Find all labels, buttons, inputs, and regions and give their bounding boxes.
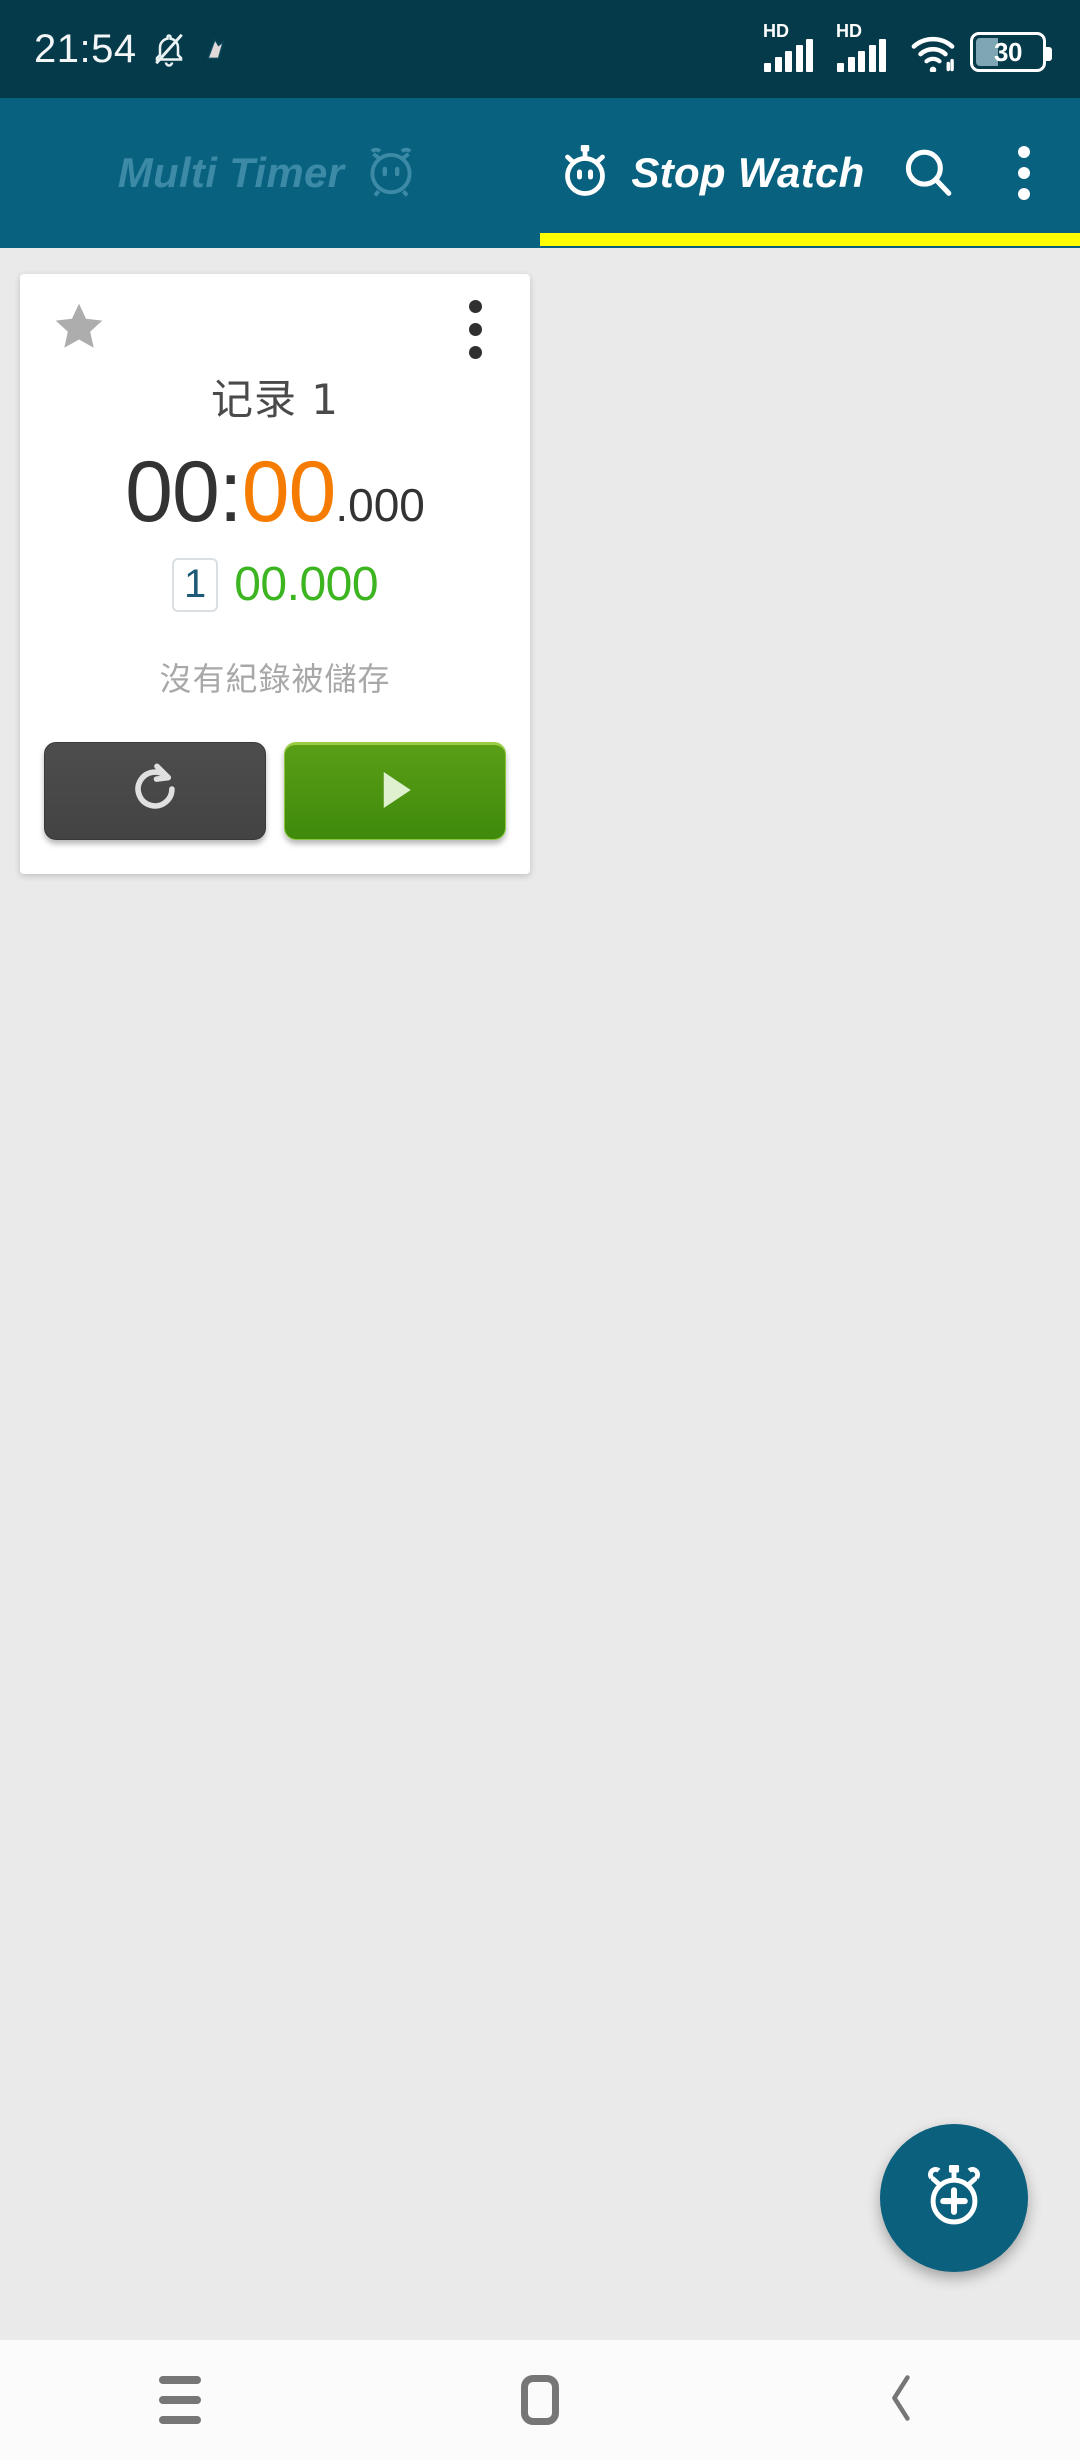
star-icon[interactable] xyxy=(50,298,108,354)
signal-hd-icon: HD xyxy=(763,22,823,72)
recents-button[interactable] xyxy=(0,2340,360,2460)
empty-records-message: 沒有紀錄被儲存 xyxy=(159,660,391,698)
status-bar: 21:54 HD HD 30 xyxy=(0,0,1080,98)
hd-label-2: HD xyxy=(836,21,862,41)
app-bar-actions xyxy=(880,125,1080,221)
menu-icon xyxy=(159,2376,201,2424)
status-bar-right: HD HD 30 xyxy=(763,22,1052,74)
wifi-icon xyxy=(909,30,957,74)
back-button[interactable] xyxy=(720,2340,1080,2460)
android-nav-bar xyxy=(0,2340,1080,2460)
tab-multi-timer[interactable]: Multi Timer xyxy=(0,98,540,248)
battery-icon: 30 xyxy=(970,32,1052,72)
stopwatch-plus-icon xyxy=(916,2157,992,2240)
status-bar-clock: 21:54 xyxy=(34,26,137,71)
battery-level: 30 xyxy=(994,36,1022,67)
mute-bell-icon xyxy=(151,29,187,69)
tab-multi-timer-label: Multi Timer xyxy=(117,149,345,196)
lap-row: 1 00.000 xyxy=(20,557,530,612)
timer-minutes: 00 xyxy=(125,444,220,540)
stopwatch-card[interactable]: 记录 1 00:00.000 1 00.000 沒有紀錄被儲存 xyxy=(20,274,530,874)
signal-hd-icon-2: HD xyxy=(836,22,896,72)
notification-icon xyxy=(201,34,229,64)
tab-bar: Multi Timer Stop Watch xyxy=(0,98,880,248)
tab-active-indicator xyxy=(540,233,1080,246)
home-square-icon xyxy=(521,2375,559,2425)
timer-seconds: 00 xyxy=(241,444,337,540)
timer-milliseconds: .000 xyxy=(335,479,425,531)
card-header xyxy=(20,274,530,384)
card-overflow-menu-icon[interactable] xyxy=(448,298,502,360)
hd-label-1: HD xyxy=(763,21,789,41)
stopwatch-icon xyxy=(555,140,615,207)
start-button[interactable] xyxy=(284,742,506,840)
tab-stop-watch-label: Stop Watch xyxy=(631,149,865,196)
alarm-clock-icon xyxy=(360,140,422,207)
play-icon xyxy=(368,763,422,822)
reset-button[interactable] xyxy=(44,742,266,840)
tab-stop-watch[interactable]: Stop Watch xyxy=(540,98,880,248)
main-content: 记录 1 00:00.000 1 00.000 沒有紀錄被儲存 xyxy=(0,248,1080,2340)
chevron-left-icon xyxy=(877,2370,923,2431)
timer-colon: : xyxy=(218,444,243,540)
app-screen: 21:54 HD HD 30 Multi Timer Stop Watch 记录… xyxy=(0,0,1080,2460)
status-bar-left: 21:54 xyxy=(34,27,229,72)
card-button-row xyxy=(20,742,530,840)
app-bar: Multi Timer Stop Watch xyxy=(0,98,1080,248)
add-stopwatch-fab[interactable] xyxy=(880,2124,1028,2272)
overflow-menu-icon[interactable] xyxy=(976,125,1072,221)
search-icon[interactable] xyxy=(880,125,976,221)
lap-number-badge: 1 xyxy=(171,557,219,612)
stopwatch-display: 00:00.000 xyxy=(20,449,530,535)
home-button[interactable] xyxy=(360,2340,720,2460)
refresh-icon xyxy=(126,760,184,823)
lap-time: 00.000 xyxy=(234,558,379,611)
